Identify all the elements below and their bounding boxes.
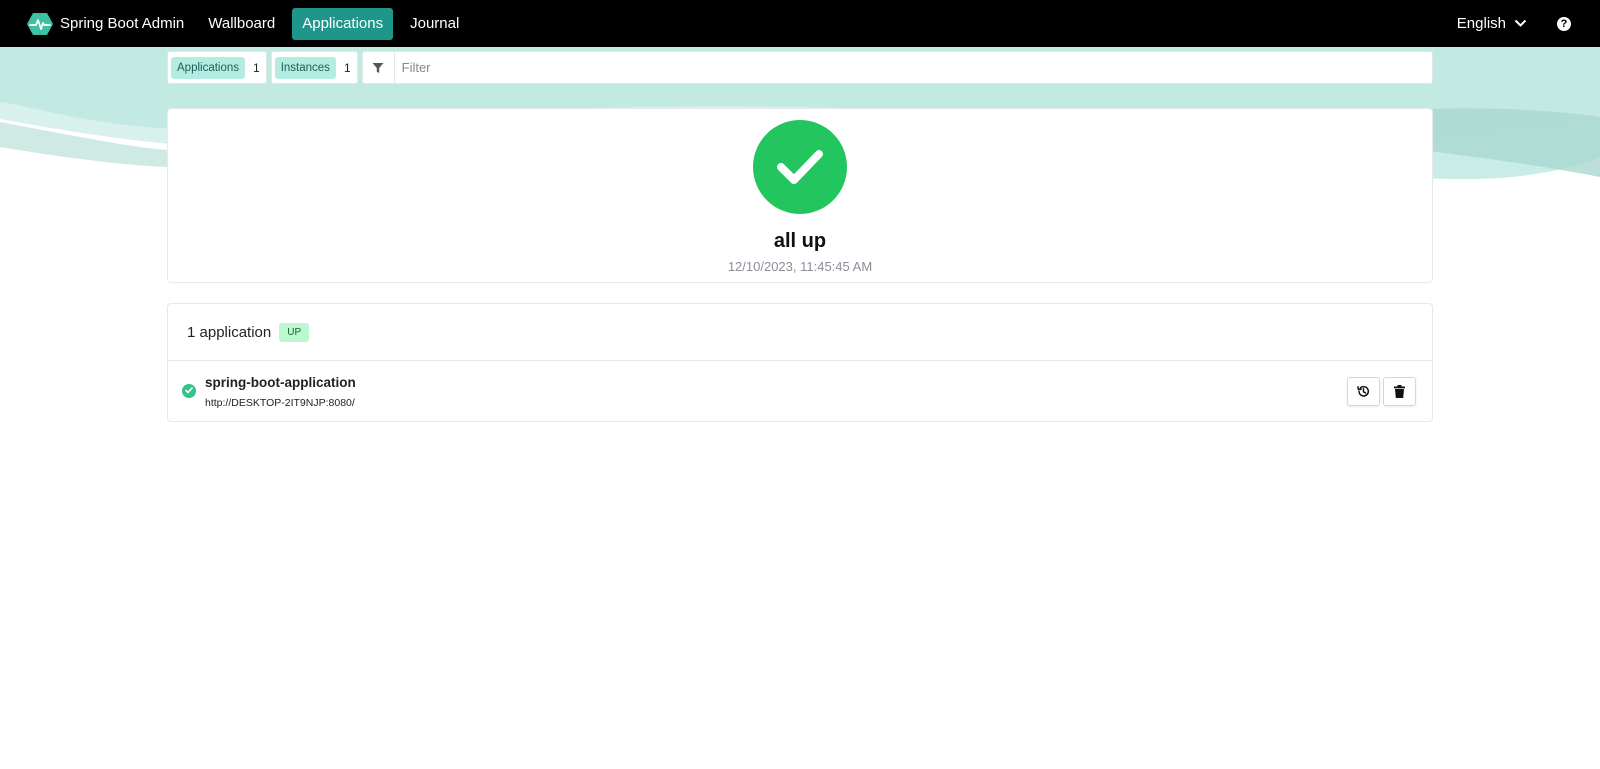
application-count: 1 application [187, 323, 272, 341]
language-label: English [1456, 15, 1506, 32]
heartbeat-logo-icon [27, 12, 53, 35]
trash-icon [1394, 385, 1405, 398]
brand[interactable]: Spring Boot Admin [26, 0, 184, 47]
row-actions [1347, 377, 1416, 406]
delete-button[interactable] [1383, 377, 1416, 406]
application-list: 1 application UP spring-boot-application… [167, 303, 1433, 422]
applications-counter: Applications 1 [167, 51, 267, 84]
brand-name: Spring Boot Admin [60, 15, 185, 32]
chevron-down-icon [1514, 19, 1527, 27]
language-selector[interactable]: English [1457, 15, 1527, 32]
filter-input[interactable] [394, 52, 1432, 83]
applications-tag: Applications [171, 56, 246, 79]
history-icon [1357, 385, 1369, 397]
filter-bar: Applications 1 Instances 1 [167, 51, 1433, 84]
application-name: spring-boot-application [205, 374, 356, 390]
instances-count: 1 [343, 60, 351, 75]
status-card: all up 12/10/2023, 11:45:45 AM [167, 108, 1433, 283]
filter-icon[interactable] [363, 52, 395, 83]
check-icon [777, 150, 823, 184]
filter-group [361, 51, 1433, 84]
status-circle [753, 120, 847, 214]
application-group-header: 1 application UP [168, 304, 1432, 361]
application-info: spring-boot-application http://DESKTOP-2… [205, 375, 356, 409]
applications-count: 1 [253, 60, 260, 75]
nav-applications[interactable]: Applications [292, 7, 394, 40]
history-button[interactable] [1347, 377, 1380, 406]
status-badge: UP [279, 322, 310, 342]
status-timestamp: 12/10/2023, 11:45:45 AM [727, 259, 873, 274]
status-title: all up [773, 230, 827, 252]
instances-counter: Instances 1 [270, 51, 358, 84]
help-icon[interactable]: ? [1557, 16, 1571, 31]
application-url: http://DESKTOP-2IT9NJP:8080/ [205, 396, 355, 409]
nav-wallboard[interactable]: Wallboard [198, 8, 285, 40]
instances-tag: Instances [274, 56, 336, 79]
top-navbar: Spring Boot Admin Wallboard Applications… [0, 0, 1600, 47]
list-item[interactable]: spring-boot-application http://DESKTOP-2… [168, 361, 1432, 422]
nav-journal[interactable]: Journal [400, 8, 469, 40]
check-circle-icon [182, 383, 196, 398]
